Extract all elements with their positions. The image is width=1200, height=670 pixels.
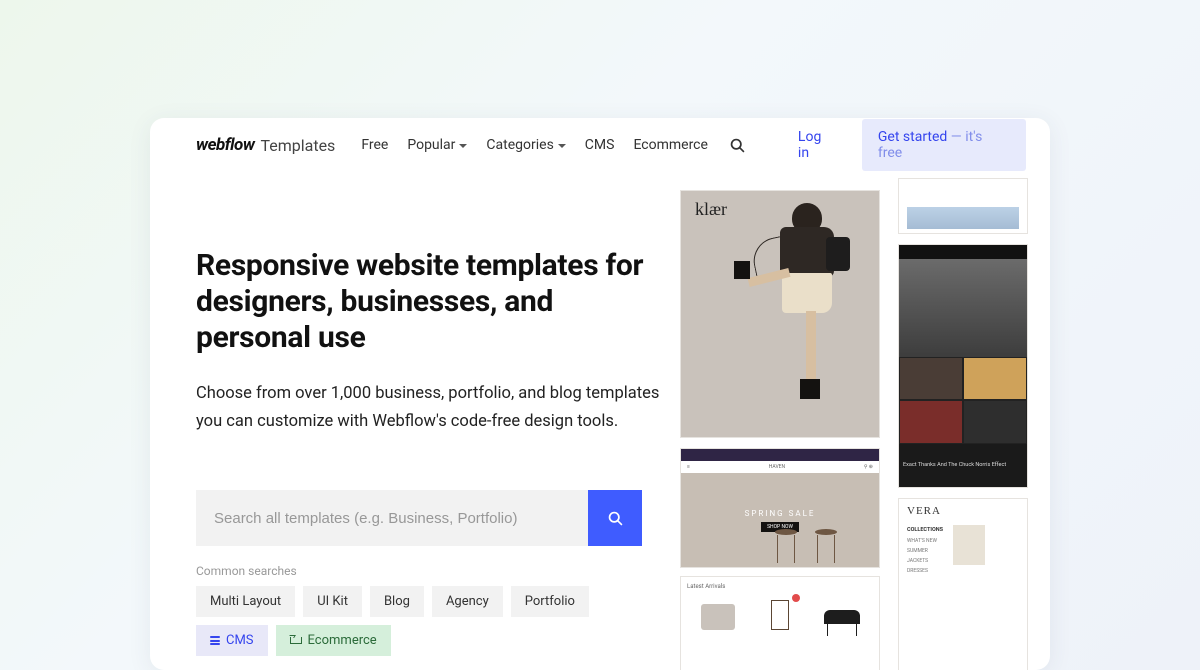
hero-subtitle: Choose from over 1,000 business, portfol… [196,380,666,435]
nav-links: Free Popular Categories CMS Ecommerce [361,137,708,153]
thumb-bridge[interactable] [898,178,1028,234]
thumb-dark-blog[interactable]: Where Can You Find Webflow Resources Lea… [898,244,1028,488]
page-card: webflow Templates Free Popular Categorie… [150,118,1050,670]
tag-label: CMS [226,633,254,648]
tag-ecommerce[interactable]: Ecommerce [276,625,391,656]
thumb-haven[interactable]: ≡HAVEN⚲ ⊕ SPRING SALE SHOP NOW [680,448,880,568]
tag-ui-kit[interactable]: UI Kit [303,586,362,617]
chevron-down-icon [558,144,566,148]
thumb-caption: Exact Thanks And The Chuck Norris Effect [899,444,1027,487]
tag-multi-layout[interactable]: Multi Layout [196,586,295,617]
thumb-vera[interactable]: VERA COLLECTIONS WHAT'S NEW SUMMER JACKE… [898,498,1028,670]
cart-icon [290,635,302,646]
search-icon [607,510,624,527]
search-submit-button[interactable] [588,490,642,546]
thumb-label: Latest Arrivals [687,583,873,590]
tag-cms[interactable]: CMS [196,625,268,656]
thumb-furniture[interactable]: Latest Arrivals [680,576,880,670]
col-item: SUMMER [907,548,928,554]
tag-agency[interactable]: Agency [432,586,503,617]
brand[interactable]: webflow Templates [196,135,335,155]
top-nav: webflow Templates Free Popular Categorie… [150,118,1050,172]
stack-icon [210,636,220,644]
cta-main: Get started [878,129,947,145]
thumb-klaer-figure [726,203,866,433]
nav-link-label: Free [361,137,388,153]
nav-link-label: CMS [585,137,615,153]
nav-link-free[interactable]: Free [361,137,388,153]
nav-link-categories[interactable]: Categories [486,137,565,153]
nav-link-ecommerce[interactable]: Ecommerce [633,137,707,153]
thumb-logo: VERA [907,505,1019,517]
template-thumbnails: klær Where Can You Find Webflow Resource… [680,178,1050,670]
login-link[interactable]: Log in [798,129,836,161]
thumb-klaer-logo: klær [695,199,727,220]
nav-link-label: Ecommerce [633,137,707,153]
nav-link-popular[interactable]: Popular [407,137,467,153]
tag-blog[interactable]: Blog [370,586,424,617]
thumb-klaer[interactable]: klær [680,190,880,438]
tag-portfolio[interactable]: Portfolio [511,586,589,617]
nav-link-label: Categories [486,137,553,153]
brand-logo: webflow [196,135,254,155]
col-item: JACKETS [907,558,928,564]
thumb-brand: HAVEN [769,464,785,470]
common-searches: Multi Layout UI Kit Blog Agency Portfoli… [196,586,656,656]
thumb-banner: SPRING SALE [745,509,816,518]
col-head: COLLECTIONS [907,525,943,536]
nav-search-button[interactable] [728,135,748,155]
nav-link-label: Popular [407,137,455,153]
search-input[interactable] [196,490,588,546]
get-started-button[interactable]: Get started — it's free [862,119,1026,171]
common-searches-label: Common searches [196,564,297,578]
hero-title: Responsive website templates for designe… [196,248,666,356]
col-item: WHAT'S NEW [907,538,937,544]
brand-sub: Templates [260,136,335,155]
col-item: DRESSES [907,568,928,574]
tag-label: Ecommerce [308,633,377,648]
search-icon [729,137,746,154]
chevron-down-icon [459,144,467,148]
nav-link-cms[interactable]: CMS [585,137,615,153]
search-bar [196,490,642,546]
hero: Responsive website templates for designe… [196,248,666,435]
